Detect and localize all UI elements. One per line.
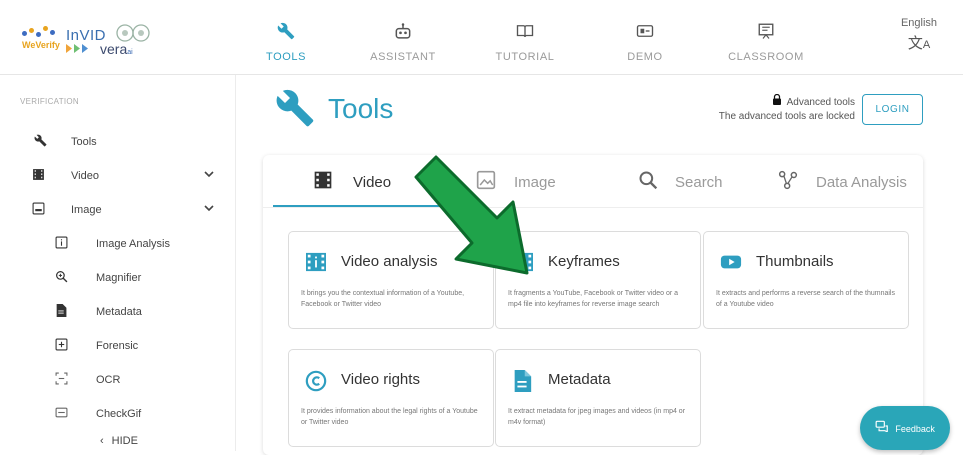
image-icon bbox=[30, 202, 46, 218]
chevron-down-icon[interactable] bbox=[204, 203, 214, 216]
advanced-tools-subtitle: The advanced tools are locked bbox=[718, 111, 855, 122]
tool-description: It brings you the contextual information… bbox=[301, 290, 465, 308]
classroom-icon bbox=[711, 22, 821, 42]
translate-icon: 文A bbox=[907, 35, 931, 52]
document-icon bbox=[53, 304, 69, 320]
weverify-dots-icon bbox=[22, 26, 58, 38]
vera-logo-text: veraai bbox=[100, 41, 133, 57]
nav-tutorial-label: TUTORIAL bbox=[495, 51, 555, 63]
tool-description: It extract metadata for jpeg images and … bbox=[508, 408, 686, 426]
demo-icon bbox=[590, 22, 700, 42]
gif-icon bbox=[53, 406, 69, 422]
invid-arrows-icon bbox=[66, 44, 88, 53]
tool-title: Thumbnails bbox=[756, 253, 834, 270]
tool-title: Video rights bbox=[341, 371, 420, 388]
login-button[interactable]: LOGIN bbox=[862, 94, 923, 125]
nav-tools[interactable]: TOOLS bbox=[231, 0, 341, 75]
sidebar-item-label: OCR bbox=[96, 374, 121, 386]
wrench-icon bbox=[276, 89, 314, 127]
tab-label: Video bbox=[353, 174, 392, 191]
nav-tools-label: TOOLS bbox=[265, 51, 307, 63]
sidebar-item-label: Magnifier bbox=[96, 272, 142, 284]
sidebar-item-label: Image Analysis bbox=[96, 238, 170, 250]
tool-description: It provides information about the legal … bbox=[301, 408, 478, 426]
search-icon bbox=[638, 170, 660, 190]
film-icon bbox=[30, 168, 46, 184]
nav-classroom[interactable]: CLASSROOM bbox=[711, 0, 821, 75]
tab-search[interactable]: Search bbox=[638, 155, 748, 206]
info-box-icon bbox=[53, 236, 69, 252]
graph-icon bbox=[778, 170, 800, 190]
nav-classroom-label: CLASSROOM bbox=[728, 51, 804, 63]
tool-description: It fragments a YouTube, Facebook or Twit… bbox=[508, 290, 679, 308]
weverify-logo-text: WeVerify bbox=[22, 40, 60, 50]
nav-tutorial[interactable]: TUTORIAL bbox=[470, 0, 580, 75]
tool-description: It extracts and performs a reverse searc… bbox=[716, 290, 895, 308]
advanced-tools-status: Advanced tools The advanced tools are lo… bbox=[660, 93, 855, 122]
sidebar-item-video[interactable]: Video bbox=[0, 162, 235, 192]
tool-card-metadata[interactable]: Metadata It extract metadata for jpeg im… bbox=[495, 349, 701, 447]
page-title-text: Tools bbox=[328, 93, 394, 124]
sidebar: VERIFICATION Tools Video Image Image Ana… bbox=[0, 75, 236, 451]
sidebar-item-image[interactable]: Image bbox=[0, 196, 235, 226]
green-arrow-icon bbox=[414, 155, 529, 275]
sidebar-item-image-analysis[interactable]: Image Analysis bbox=[0, 230, 235, 260]
top-bar: WeVerify InVID veraai TOOLS ASSISTANT TU… bbox=[0, 0, 963, 75]
nav-demo-label: DEMO bbox=[627, 51, 663, 63]
vera-eyes-icon bbox=[116, 24, 150, 42]
sidebar-item-label: Video bbox=[71, 170, 99, 182]
chevron-left-icon: ‹ bbox=[100, 435, 104, 447]
hide-label: HIDE bbox=[111, 435, 138, 447]
tab-label: Search bbox=[675, 174, 723, 191]
sidebar-item-ocr[interactable]: OCR bbox=[0, 366, 235, 396]
sidebar-item-label: CheckGif bbox=[96, 408, 142, 420]
chevron-down-icon[interactable] bbox=[204, 169, 214, 182]
language-selector[interactable]: English 文A bbox=[889, 17, 949, 53]
nav-assistant[interactable]: ASSISTANT bbox=[348, 0, 458, 75]
sidebar-item-magnifier[interactable]: Magnifier bbox=[0, 264, 235, 294]
nav-demo[interactable]: DEMO bbox=[590, 0, 700, 75]
tab-label: Data Analysis bbox=[816, 174, 907, 191]
wrench-icon bbox=[231, 22, 341, 42]
nav-assistant-label: ASSISTANT bbox=[370, 51, 436, 63]
lock-icon bbox=[772, 93, 782, 108]
sidebar-item-label: Tools bbox=[71, 136, 97, 148]
sidebar-item-checkgif[interactable]: CheckGif bbox=[0, 400, 235, 430]
document-icon bbox=[512, 370, 534, 392]
robot-icon bbox=[348, 22, 458, 42]
tool-card-video-rights[interactable]: Video rights It provides information abo… bbox=[288, 349, 494, 447]
info-box-icon bbox=[305, 252, 327, 272]
wrench-icon bbox=[32, 134, 48, 150]
forensic-icon bbox=[53, 338, 69, 354]
feedback-button[interactable]: Feedback bbox=[860, 406, 950, 450]
tab-data-analysis[interactable]: Data Analysis bbox=[778, 155, 918, 206]
youtube-icon bbox=[720, 252, 742, 272]
tool-card-thumbnails[interactable]: Thumbnails It extracts and performs a re… bbox=[703, 231, 909, 329]
tool-title: Metadata bbox=[548, 371, 611, 388]
film-icon bbox=[313, 170, 335, 190]
sidebar-item-tools[interactable]: Tools bbox=[0, 128, 235, 158]
zoom-icon bbox=[53, 270, 69, 286]
advanced-tools-title: Advanced tools bbox=[786, 97, 855, 108]
sidebar-item-label: Forensic bbox=[96, 340, 139, 352]
sidebar-item-metadata[interactable]: Metadata bbox=[0, 298, 235, 328]
sidebar-section-title: VERIFICATION bbox=[20, 97, 80, 106]
ocr-icon bbox=[53, 372, 69, 388]
feedback-label: Feedback bbox=[895, 424, 935, 434]
feedback-icon bbox=[875, 420, 892, 435]
copyright-icon bbox=[305, 370, 327, 392]
book-icon bbox=[470, 22, 580, 42]
hide-sidebar-button[interactable]: ‹ HIDE bbox=[100, 435, 138, 447]
sidebar-item-forensic[interactable]: Forensic bbox=[0, 332, 235, 362]
sidebar-item-label: Metadata bbox=[96, 306, 142, 318]
language-label: English bbox=[900, 17, 938, 29]
tabs-divider bbox=[263, 207, 923, 208]
tool-title: Keyframes bbox=[548, 253, 620, 270]
tools-panel: Video Image Search Data Analysis Video a… bbox=[263, 155, 923, 455]
sidebar-item-label: Image bbox=[71, 204, 102, 216]
